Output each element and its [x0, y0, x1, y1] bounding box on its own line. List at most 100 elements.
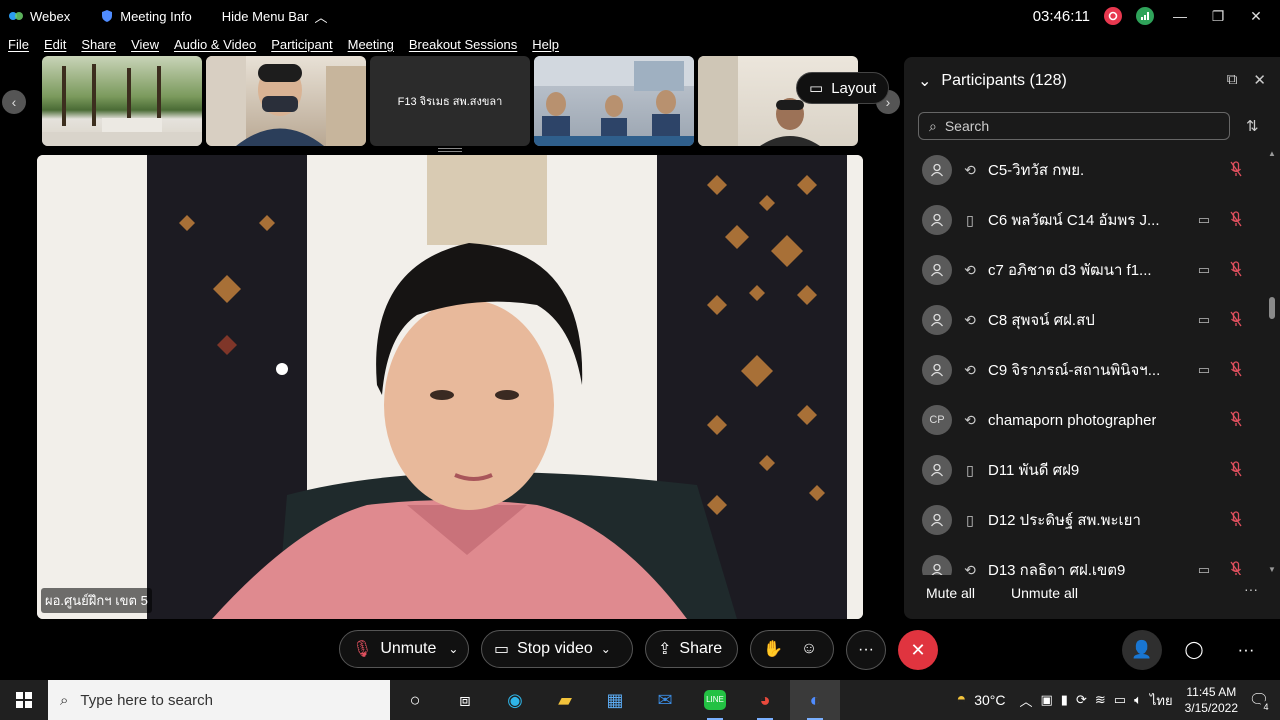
camera-icon[interactable]: ▭ [1198, 212, 1210, 228]
participant-row[interactable]: ⟲ D13 กุลธิดา ศฝ.เขต9 ▭ [904, 545, 1266, 575]
participant-row[interactable]: ⟲ c7 อภิชาต d3 พัฒนา f1... ▭ [904, 245, 1266, 295]
participant-row[interactable]: ⟲ C8 สุพจน์ ศฝ.สป ▭ [904, 295, 1266, 345]
video-thumbnail-1[interactable] [42, 56, 202, 146]
more-panels-icon[interactable]: ··· [1226, 630, 1266, 670]
hide-menu-bar-button[interactable]: Hide Menu Bar ︿ [222, 7, 328, 26]
resize-handle[interactable] [438, 148, 462, 152]
menu-help[interactable]: Help [532, 37, 559, 52]
camera-icon[interactable]: ▭ [1198, 362, 1210, 378]
close-icon[interactable]: ✕ [1253, 71, 1266, 89]
mic-muted-icon[interactable] [1230, 510, 1242, 530]
menu-bar: File Edit Share View Audio & Video Parti… [0, 34, 566, 54]
volume-icon[interactable]: 🔈︎ [1134, 692, 1142, 708]
chat-icon[interactable]: ◯ [1174, 630, 1214, 670]
line-icon[interactable]: LINE [690, 680, 740, 720]
battery-icon[interactable]: ▭ [1114, 692, 1126, 708]
participant-scrollbar[interactable]: ▲ ▼ [1268, 149, 1276, 574]
mute-all-button[interactable]: Mute all [926, 585, 975, 601]
leave-meeting-button[interactable]: ✕ [898, 630, 938, 670]
camera-icon[interactable]: ▭ [1198, 262, 1210, 278]
windows-start-icon[interactable] [0, 680, 48, 720]
video-thumbnail-3[interactable]: F13 จิรเมธ สพ.สงขลา [370, 56, 530, 146]
meeting-info-button[interactable]: Meeting Info [100, 9, 192, 24]
menu-participant[interactable]: Participant [271, 37, 332, 52]
taskbar-search-input[interactable]: ⌕ Type here to search [48, 680, 390, 720]
file-explorer-icon[interactable]: ▰ [540, 680, 590, 720]
more-options-icon[interactable]: ··· [1244, 581, 1258, 597]
meeting-timer: 03:46:11 [1032, 7, 1090, 25]
participants-header[interactable]: ⌄ Participants (128) [918, 71, 1067, 91]
mic-muted-icon[interactable] [1230, 460, 1242, 480]
chevron-left-icon[interactable]: ‹ [2, 90, 26, 114]
shield-icon [102, 10, 113, 22]
minimize-button[interactable]: — [1168, 8, 1192, 24]
participant-row[interactable]: CP ⟲ chamaporn photographer [904, 395, 1266, 445]
participant-row[interactable]: ▯ D12 ประดิษฐ์ สพ.พะเยา [904, 495, 1266, 545]
menu-view[interactable]: View [131, 37, 159, 52]
chrome-icon[interactable]: ◕ [740, 680, 790, 720]
menu-audio-video[interactable]: Audio & Video [174, 37, 256, 52]
camera-icon[interactable]: ▭ [1198, 312, 1210, 328]
close-button[interactable]: ✕ [1244, 8, 1268, 25]
more-controls-icon[interactable]: ··· [846, 630, 886, 670]
wifi-icon[interactable]: ≋ [1095, 692, 1106, 708]
unmute-all-button[interactable]: Unmute all [1011, 585, 1078, 601]
mail-icon[interactable]: ✉ [640, 680, 690, 720]
participant-row[interactable]: ▯ C6 พลวัฒน์ C14 อัมพร J... ▭ [904, 195, 1266, 245]
menu-breakout-sessions[interactable]: Breakout Sessions [409, 37, 517, 52]
chevron-down-icon: ⌄ [600, 642, 611, 656]
menu-share[interactable]: Share [81, 37, 116, 52]
active-speaker-name: ผอ.ศูนย์ฝึกฯ เขต 5 [41, 588, 152, 613]
participants-toggle-icon[interactable]: 👤 [1122, 630, 1162, 670]
scroll-thumb[interactable] [1269, 297, 1275, 319]
mic-muted-icon[interactable] [1230, 260, 1242, 280]
unmute-button[interactable]: 🎙︎ Unmute ⌄ [339, 630, 469, 668]
participant-row[interactable]: ▯ D11 พันดี ศฝ9 [904, 445, 1266, 495]
usb-icon[interactable]: ▮ [1061, 692, 1068, 708]
temperature[interactable]: 30°C [974, 692, 1005, 708]
weather-icon[interactable]: ◓ [957, 691, 967, 709]
device-icon[interactable]: ▣ [1041, 692, 1053, 708]
scroll-down-icon[interactable]: ▼ [1268, 565, 1276, 574]
mic-muted-icon[interactable] [1230, 210, 1242, 230]
language-indicator[interactable]: ไทย [1150, 690, 1173, 711]
mic-muted-icon[interactable] [1230, 310, 1242, 330]
raise-hand-icon[interactable]: ✋ [763, 639, 783, 659]
menu-file[interactable]: File [8, 37, 29, 52]
layout-button[interactable]: ▭ Layout [796, 72, 890, 104]
recording-icon[interactable] [1104, 7, 1122, 25]
mic-muted-icon[interactable] [1230, 360, 1242, 380]
active-speaker-video[interactable]: ผอ.ศูนย์ฝึกฯ เขต 5 [37, 155, 863, 619]
restore-button[interactable]: ❐ [1206, 8, 1230, 25]
mic-muted-icon[interactable] [1230, 410, 1242, 430]
task-view-icon[interactable]: ⧈ [440, 680, 490, 720]
webex-taskbar-icon[interactable]: ◐ [790, 680, 840, 720]
store-icon[interactable]: ▦ [590, 680, 640, 720]
mic-muted-icon[interactable] [1230, 560, 1242, 575]
system-clock[interactable]: 11:45 AM 3/15/2022 [1185, 684, 1238, 716]
stop-video-button[interactable]: ▭ Stop video ⌄ [481, 630, 633, 668]
participant-row[interactable]: ⟲ C9 จิราภรณ์-สถานพินิจฯ... ▭ [904, 345, 1266, 395]
camera-icon[interactable]: ▭ [1198, 562, 1210, 575]
share-button[interactable]: ⇪ Share [645, 630, 738, 668]
app-name: Webex [30, 8, 71, 24]
edge-icon[interactable]: ◉ [490, 680, 540, 720]
video-thumbnail-4[interactable] [534, 56, 694, 146]
participant-row[interactable]: ⟲ C5-วิทวัส กพย. [904, 145, 1266, 195]
menu-meeting[interactable]: Meeting [348, 37, 394, 52]
update-icon[interactable]: ⟳ [1076, 692, 1087, 708]
video-thumbnail-2[interactable] [206, 56, 366, 146]
menu-edit[interactable]: Edit [44, 37, 66, 52]
pop-out-icon[interactable]: ⧉ [1227, 71, 1238, 89]
network-health-icon[interactable] [1136, 7, 1154, 25]
webex-app-menu[interactable]: Webex [8, 8, 70, 24]
participant-search-input[interactable]: ⌕ Search [918, 112, 1230, 140]
meeting-controls: 🎙︎ Unmute ⌄ ▭ Stop video ⌄ ⇪ Share ✋ ☺ ·… [0, 626, 1280, 674]
chevron-up-icon[interactable]: ︿ [1019, 691, 1032, 710]
scroll-up-icon[interactable]: ▲ [1268, 149, 1276, 158]
notification-center-icon[interactable]: 🗨︎ 4 [1246, 687, 1272, 713]
sort-icon[interactable]: ⇅ [1246, 117, 1259, 135]
emoji-reaction-icon[interactable]: ☺ [801, 640, 817, 658]
mic-muted-icon[interactable] [1230, 160, 1242, 180]
cortana-icon[interactable]: ○ [390, 680, 440, 720]
